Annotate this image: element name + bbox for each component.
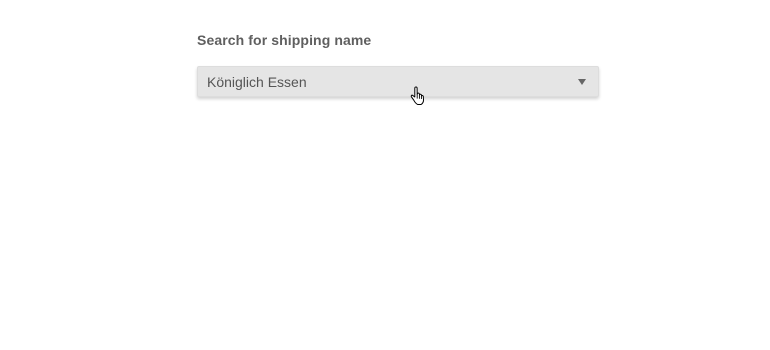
chevron-down-icon[interactable] <box>578 79 586 85</box>
hand-pointer-icon <box>410 86 425 105</box>
shipping-name-label: Search for shipping name <box>197 32 372 48</box>
shipping-name-select-value: Königlich Essen <box>207 74 307 90</box>
shipping-search-form: Search for shipping name Königlich Essen <box>197 31 599 97</box>
shipping-name-select[interactable]: Königlich Essen <box>197 66 599 97</box>
